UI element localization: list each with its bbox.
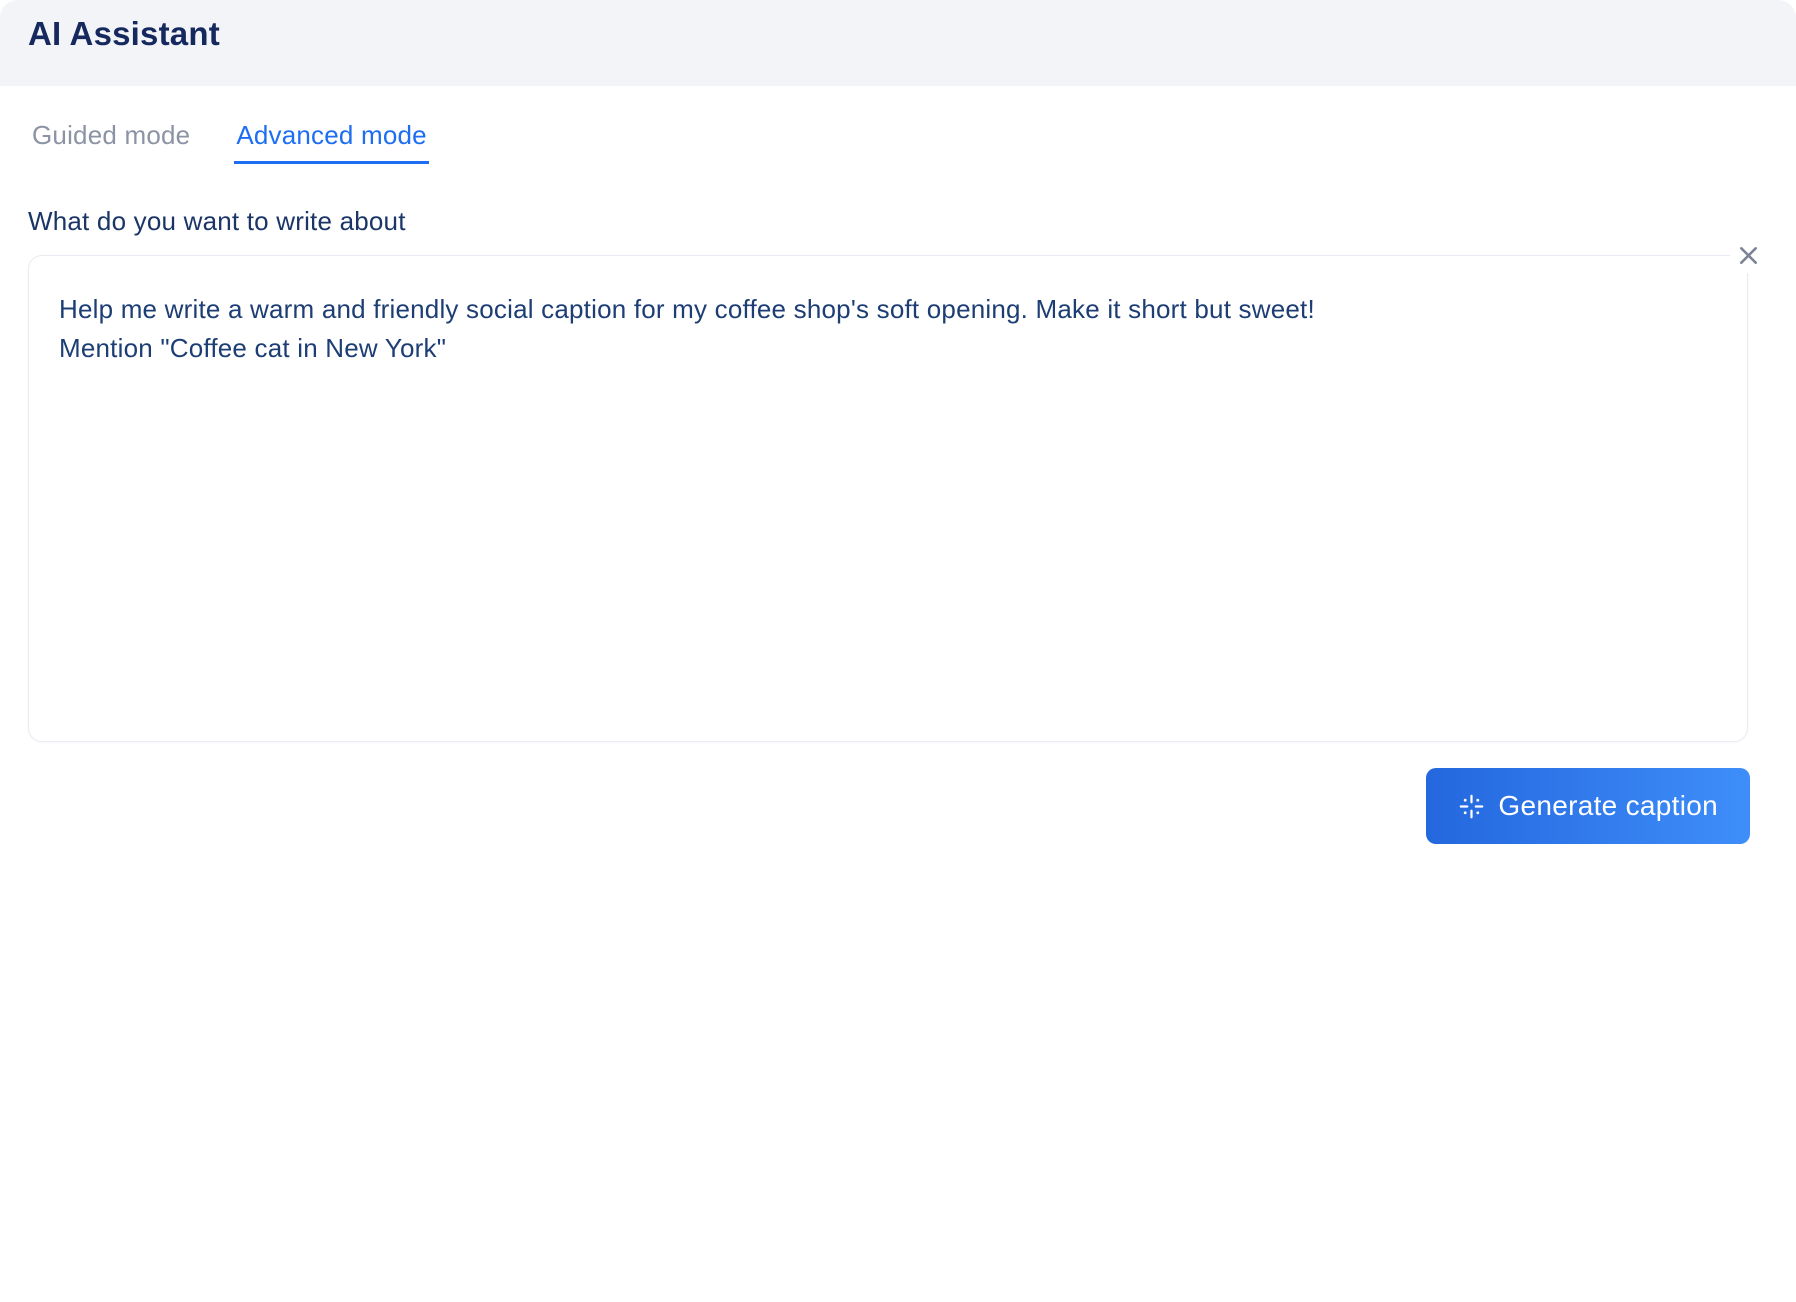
panel-header: AI Assistant xyxy=(0,0,1796,86)
ai-assistant-panel: AI Assistant Guided mode Advanced mode W… xyxy=(0,0,1796,844)
panel-body: What do you want to write about Help me … xyxy=(0,206,1796,844)
panel-title: AI Assistant xyxy=(28,15,220,53)
tab-guided-mode[interactable]: Guided mode xyxy=(30,120,192,164)
sparkle-icon xyxy=(1458,793,1485,820)
prompt-field-container: Help me write a warm and friendly social… xyxy=(28,255,1748,742)
close-button[interactable] xyxy=(1730,237,1766,273)
prompt-label: What do you want to write about xyxy=(28,206,1768,237)
action-row: Generate caption xyxy=(28,768,1750,844)
mode-tabs: Guided mode Advanced mode xyxy=(30,120,1796,164)
tab-advanced-mode[interactable]: Advanced mode xyxy=(234,120,429,164)
close-icon xyxy=(1737,244,1760,267)
generate-caption-label: Generate caption xyxy=(1498,790,1718,822)
prompt-input[interactable]: Help me write a warm and friendly social… xyxy=(28,255,1748,742)
generate-caption-button[interactable]: Generate caption xyxy=(1426,768,1750,844)
